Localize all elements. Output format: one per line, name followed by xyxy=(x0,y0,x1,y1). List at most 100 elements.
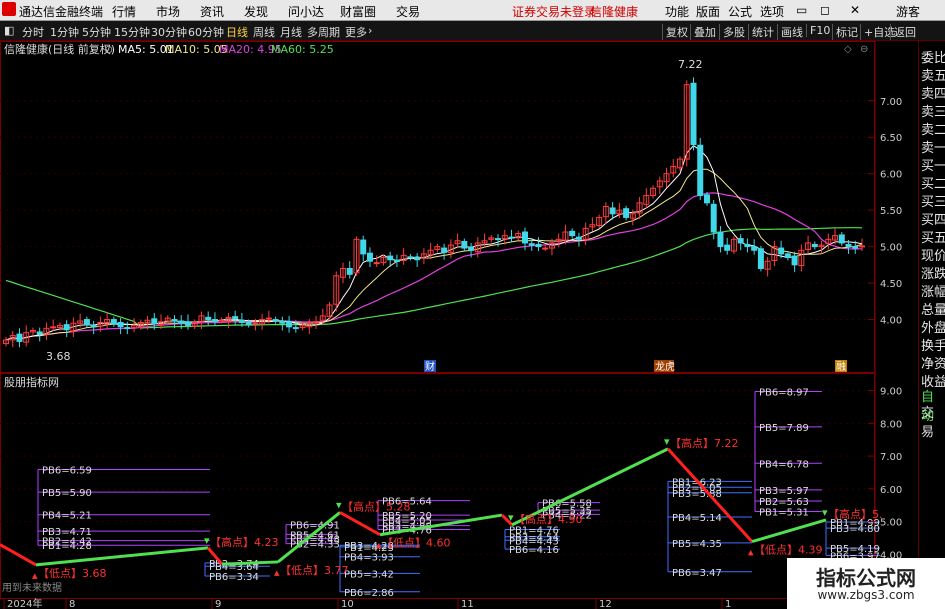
zoom-out-icon[interactable]: ⊖ xyxy=(860,44,868,55)
side-label-volume: 总量 xyxy=(921,303,945,318)
y-tick-label: 5.00 xyxy=(880,518,902,529)
candle-body xyxy=(117,321,124,328)
candle-body xyxy=(838,234,845,244)
toolbar-btn-mark[interactable]: 标记 xyxy=(832,24,858,40)
menu-item-ask[interactable]: 问小达 xyxy=(288,3,324,20)
level-label: PB2=5.63 xyxy=(759,497,809,508)
period-tab-monthly[interactable]: 月线 xyxy=(280,24,302,40)
low-point-label: 【低点】4.39 xyxy=(754,544,823,557)
period-tab-60min[interactable]: 60分钟 xyxy=(188,24,224,40)
main-grid xyxy=(0,100,875,321)
period-tab-15min[interactable]: 15分钟 xyxy=(114,24,150,40)
candle-body xyxy=(690,82,697,146)
bline-label: PB4=5.14 xyxy=(672,513,722,524)
candle-body xyxy=(811,243,818,248)
period-tab-weekly[interactable]: 周线 xyxy=(253,24,275,40)
candle-body xyxy=(286,321,293,328)
candle-body xyxy=(521,231,528,244)
menu-item-formula[interactable]: 公式 xyxy=(728,3,752,20)
chart-area[interactable]: 7.00 6.50 6.00 5.50 5.00 4.50 4.00 信隆健康(日线 前复权… xyxy=(0,41,918,609)
period-tab-multi[interactable]: 多周期 xyxy=(307,24,340,40)
y-tick-label: 5.00 xyxy=(880,243,902,254)
close-icon[interactable]: ✕ xyxy=(850,3,860,17)
x-tick-label: 10 xyxy=(341,599,354,609)
candle-body xyxy=(724,244,731,251)
menu-item-options[interactable]: 选项 xyxy=(760,3,784,20)
chevron-down-icon[interactable]: ⊙ xyxy=(104,43,113,56)
indicator-title: 股朋指标网 xyxy=(4,375,59,389)
toolbar-btn-overlay[interactable]: 叠加 xyxy=(690,24,716,40)
event-tag-margin-label: 融 xyxy=(836,361,846,373)
low-point-label: 【低点】4.60 xyxy=(382,537,451,550)
period-tab-1min[interactable]: 1分钟 xyxy=(50,24,79,40)
toolbar-btn-back[interactable]: 返回 xyxy=(890,24,916,40)
level-label: PB1=4.28 xyxy=(42,541,92,552)
menu-item-trade[interactable]: 交易 xyxy=(396,3,420,20)
candle-body xyxy=(360,239,367,255)
candle-body xyxy=(717,231,724,248)
x-tick-label: 11 xyxy=(461,599,474,609)
side-label-turnover: 换手 xyxy=(921,339,945,354)
period-tab-intraday[interactable]: 分时 xyxy=(22,24,44,40)
candle-body xyxy=(859,245,865,248)
high-point-label: 【高点】4.23 xyxy=(210,535,279,549)
menu-item-function[interactable]: 功能 xyxy=(665,3,689,20)
side-label-ratio[interactable]: 委比 xyxy=(921,47,945,66)
diamond-icon[interactable]: ◇ xyxy=(844,44,852,55)
candle-body xyxy=(703,194,710,204)
toolbar-btn-multistock[interactable]: 多股 xyxy=(719,24,745,40)
toolbar-btn-f10[interactable]: F10 xyxy=(806,24,830,37)
bline-label: PB6=3.34 xyxy=(209,572,259,583)
bline-label: PB6=2.86 xyxy=(344,588,394,599)
level-label: PB4=5.21 xyxy=(42,511,92,522)
side-label-buy5: 买五 xyxy=(921,231,945,246)
login-status[interactable]: 证券交易未登录 xyxy=(512,3,596,20)
toolbar-btn-adjust[interactable]: 复权 xyxy=(662,24,688,40)
period-tab-30min[interactable]: 30分钟 xyxy=(151,24,187,40)
candle-body xyxy=(393,259,400,262)
menu-item-market[interactable]: 市场 xyxy=(156,3,180,20)
candle-body xyxy=(292,327,299,330)
stock-name: 信隆健康 xyxy=(590,5,639,19)
bline-label: PB3=4.80 xyxy=(830,524,880,535)
period-tab-5min[interactable]: 5分钟 xyxy=(82,24,111,40)
low-price-label: 3.68 xyxy=(46,350,71,363)
candle-body xyxy=(535,243,542,248)
y-tick-label: 6.00 xyxy=(880,485,902,496)
menu-item-quotes[interactable]: 行情 xyxy=(112,3,136,20)
candle-body xyxy=(387,255,394,261)
candle-body xyxy=(218,319,225,322)
candle-body xyxy=(575,236,582,240)
side-label-sell5: 卖五 xyxy=(921,69,945,84)
candle-body xyxy=(252,322,259,325)
candle-body xyxy=(124,327,131,330)
toolbar-btn-draw[interactable]: 画线 xyxy=(777,24,803,40)
indicator-panel-border xyxy=(0,373,875,599)
period-tab-daily[interactable]: 日线 xyxy=(226,24,248,40)
candle-body xyxy=(528,243,535,246)
menu-item-discover[interactable]: 发现 xyxy=(244,3,268,20)
side-label-trade[interactable]: 交易 xyxy=(921,402,945,440)
menu-item-layout[interactable]: 版面 xyxy=(696,3,720,20)
high-point-label: 【高点】4.90 xyxy=(514,512,583,526)
candle-body xyxy=(461,241,468,249)
toolbar-btn-stats[interactable]: 统计 xyxy=(748,24,774,40)
restore-icon[interactable]: ◻ xyxy=(820,3,830,17)
candle-body xyxy=(151,318,158,325)
candle-body xyxy=(184,321,191,326)
y-tick-label: 7.00 xyxy=(880,97,902,108)
chevron-right-icon[interactable]: › xyxy=(368,24,372,37)
period-toolbar: ◧ 分时 1分钟 5分钟 15分钟 30分钟 60分钟 日线 周线 月线 多周期… xyxy=(0,21,945,41)
side-label-buy2: 买二 xyxy=(921,177,945,192)
menu-item-news[interactable]: 资讯 xyxy=(200,3,224,20)
minimize-icon[interactable]: ▭ xyxy=(796,3,807,17)
candle-body xyxy=(90,324,97,328)
down-arrow-icon: ▾ xyxy=(822,506,828,519)
menu-item-wealth[interactable]: 财富圈 xyxy=(340,3,376,20)
app-logo-icon xyxy=(2,2,16,16)
y-tick-label: 9.00 xyxy=(880,387,902,398)
user-label[interactable]: 游客 xyxy=(896,3,920,20)
period-tab-more[interactable]: 更多 xyxy=(345,24,367,40)
toolbar-toggle-icon[interactable]: ◧ xyxy=(4,24,14,37)
y-tick-label: 7.00 xyxy=(880,452,902,463)
